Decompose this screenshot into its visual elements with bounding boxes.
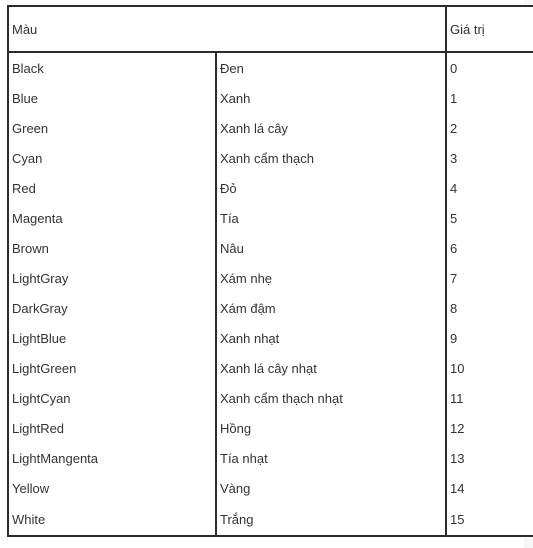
cell-vietnamese: Xanh — [215, 83, 446, 113]
cell-color-name: White — [7, 503, 216, 537]
cell-value: 6 — [445, 233, 533, 263]
cell-color-name: LightRed — [7, 413, 216, 443]
color-table-container: Màu Giá trị Black Đen 0 Blue Xanh 1 Green Xanh … — [7, 5, 533, 537]
cell-value: 7 — [445, 263, 533, 293]
cell-color-name: Magenta — [7, 203, 216, 233]
cell-vietnamese: Xanh nhạt — [215, 323, 446, 353]
cell-value: 14 — [445, 473, 533, 503]
table-body: Black Đen 0 Blue Xanh 1 Green Xanh lá cây 2 Cyan X… — [7, 52, 533, 537]
cell-value: 12 — [445, 413, 533, 443]
cell-color-name: Red — [7, 173, 216, 203]
cell-vietnamese: Đỏ — [215, 173, 446, 203]
column-header-value: Giá trị — [445, 5, 533, 53]
table-row: Black Đen 0 — [7, 52, 533, 83]
cell-value: 8 — [445, 293, 533, 323]
cell-color-name: Black — [7, 52, 216, 83]
cell-vietnamese: Xanh lá cây — [215, 113, 446, 143]
table-row: DarkGray Xám đậm 8 — [7, 293, 533, 323]
cell-value: 1 — [445, 83, 533, 113]
cell-color-name: Brown — [7, 233, 216, 263]
cell-value: 15 — [445, 503, 533, 537]
column-header-color-name: Màu — [7, 5, 216, 53]
table-row: Yellow Vàng 14 — [7, 473, 533, 503]
table-header-row: Màu Giá trị — [7, 5, 533, 53]
cell-color-name: LightMangenta — [7, 443, 216, 473]
cell-vietnamese: Tía — [215, 203, 446, 233]
cell-value: 0 — [445, 52, 533, 83]
table-header: Màu Giá trị — [7, 5, 533, 53]
table-row: Cyan Xanh cẩm thạch 3 — [7, 143, 533, 173]
cell-vietnamese: Xanh cẩm thạch nhạt — [215, 383, 446, 413]
table-row: LightGreen Xanh lá cây nhạt 10 — [7, 353, 533, 383]
cell-vietnamese: Trắng — [215, 503, 446, 537]
cell-value: 9 — [445, 323, 533, 353]
cell-vietnamese: Xanh cẩm thạch — [215, 143, 446, 173]
column-header-vietnamese — [216, 5, 446, 53]
cell-color-name: Cyan — [7, 143, 216, 173]
table-row: Blue Xanh 1 — [7, 83, 533, 113]
cell-color-name: Yellow — [7, 473, 216, 503]
cell-value: 10 — [445, 353, 533, 383]
table-row: Red Đỏ 4 — [7, 173, 533, 203]
cell-value: 3 — [445, 143, 533, 173]
cell-color-name: Blue — [7, 83, 216, 113]
cell-value: 13 — [445, 443, 533, 473]
cell-color-name: LightBlue — [7, 323, 216, 353]
cell-color-name: Green — [7, 113, 216, 143]
cell-vietnamese: Nâu — [215, 233, 446, 263]
table-row: LightGray Xám nhẹ 7 — [7, 263, 533, 293]
cell-vietnamese: Xanh lá cây nhạt — [215, 353, 446, 383]
cell-color-name: LightGreen — [7, 353, 216, 383]
cell-value: 5 — [445, 203, 533, 233]
cell-vietnamese: Hồng — [215, 413, 446, 443]
table-row: Magenta Tía 5 — [7, 203, 533, 233]
cell-value: 2 — [445, 113, 533, 143]
cell-color-name: LightGray — [7, 263, 216, 293]
cell-vietnamese: Xám nhẹ — [215, 263, 446, 293]
table-row: LightCyan Xanh cẩm thạch nhạt 11 — [7, 383, 533, 413]
table-row: Brown Nâu 6 — [7, 233, 533, 263]
cell-vietnamese: Tía nhạt — [215, 443, 446, 473]
color-reference-table: Màu Giá trị Black Đen 0 Blue Xanh 1 Green Xanh … — [7, 5, 533, 537]
table-row: LightBlue Xanh nhạt 9 — [7, 323, 533, 353]
cell-vietnamese: Vàng — [215, 473, 446, 503]
cell-color-name: DarkGray — [7, 293, 216, 323]
cell-value: 4 — [445, 173, 533, 203]
table-row: White Trắng 15 — [7, 503, 533, 537]
table-row: LightRed Hồng 12 — [7, 413, 533, 443]
cell-color-name: LightCyan — [7, 383, 216, 413]
cell-vietnamese: Xám đậm — [215, 293, 446, 323]
table-row: Green Xanh lá cây 2 — [7, 113, 533, 143]
table-row: LightMangenta Tía nhạt 13 — [7, 443, 533, 473]
cell-vietnamese: Đen — [215, 52, 446, 83]
cell-value: 11 — [445, 383, 533, 413]
